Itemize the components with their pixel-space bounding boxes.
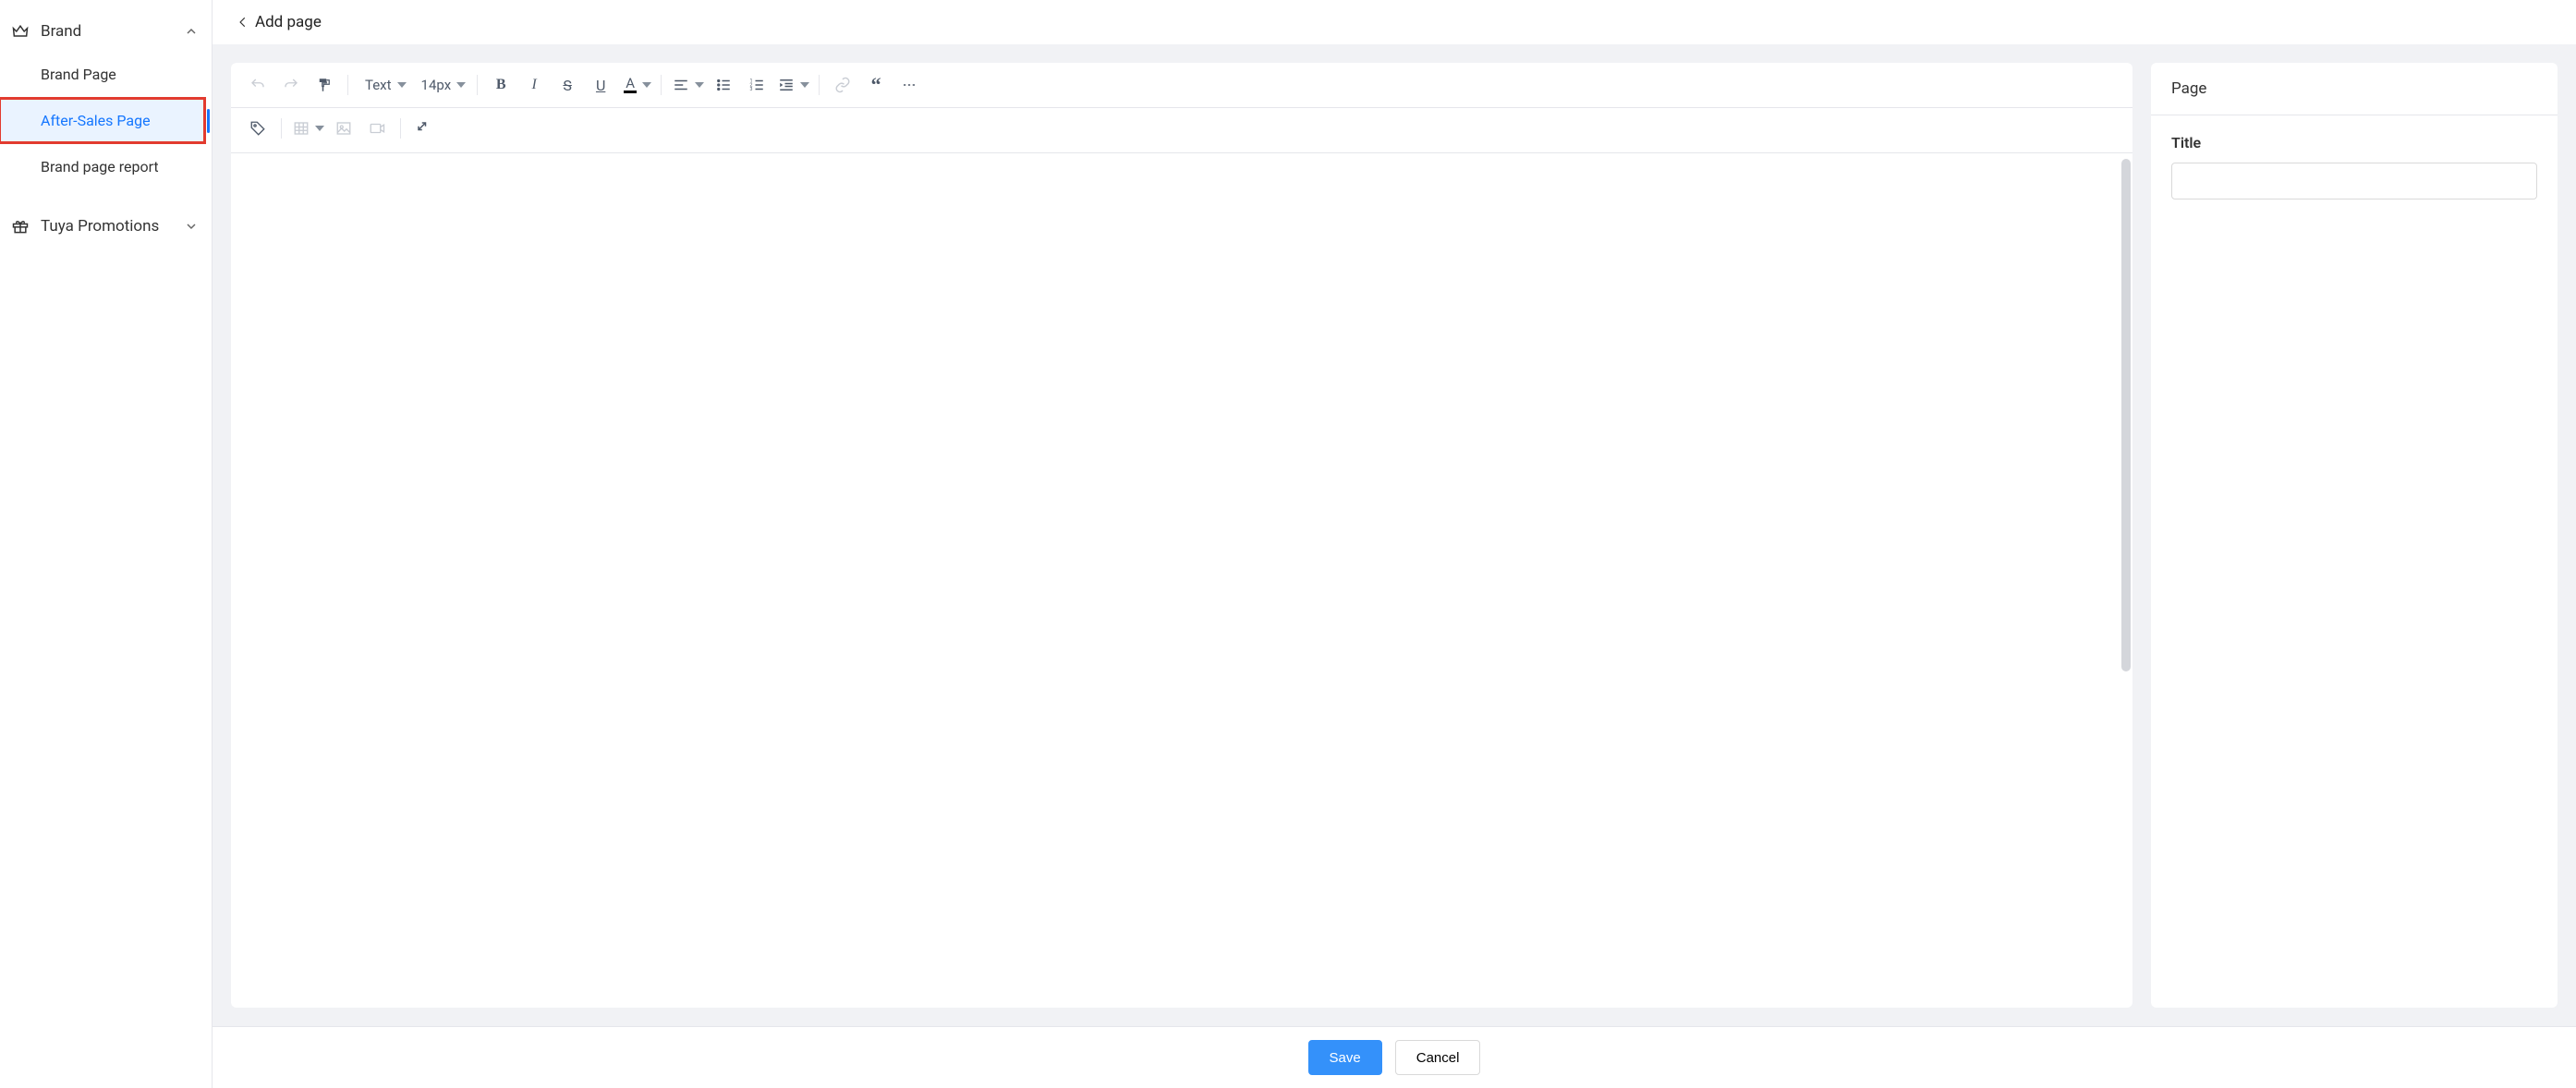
editor-toolbar: Text 14px B I S U A — [231, 63, 2132, 108]
toolbar-separator — [661, 75, 662, 95]
align-dropdown[interactable] — [669, 70, 706, 100]
quote-icon: “ — [871, 80, 881, 90]
link-button[interactable] — [827, 70, 858, 100]
paragraph-style-dropdown[interactable]: Text — [356, 70, 410, 100]
bullet-list-button[interactable] — [708, 70, 739, 100]
sidebar-item-label: Brand page report — [41, 158, 159, 175]
more-button[interactable] — [893, 70, 925, 100]
editor-card: Text 14px B I S U A — [231, 63, 2132, 1008]
footer: Save Cancel — [213, 1026, 2576, 1088]
back-button[interactable] — [237, 16, 249, 29]
title-label: Title — [2171, 134, 2537, 151]
sidebar-item-label: Brand Page — [41, 66, 116, 83]
toolbar-separator — [477, 75, 478, 95]
font-size-dropdown[interactable]: 14px — [412, 70, 470, 100]
image-button[interactable] — [328, 114, 359, 143]
redo-button[interactable] — [275, 70, 307, 100]
toolbar-separator — [819, 75, 820, 95]
sidebar-item-brand-page-report[interactable]: Brand page report — [0, 145, 204, 188]
indent-dropdown[interactable] — [774, 70, 811, 100]
chevron-down-icon — [184, 219, 199, 234]
underline-button[interactable]: U — [585, 70, 616, 100]
sidebar-item-after-sales-page[interactable]: After-Sales Page — [0, 99, 204, 142]
chevron-up-icon — [184, 24, 199, 39]
table-dropdown[interactable] — [289, 114, 326, 143]
sidebar-item-brand-page[interactable]: Brand Page — [0, 53, 204, 96]
editor-body[interactable] — [231, 153, 2132, 1008]
toolbar-separator — [281, 118, 282, 139]
strikethrough-button[interactable]: S — [552, 70, 583, 100]
content-area: Text 14px B I S U A — [213, 44, 2576, 1026]
main: Add page Text 14p — [213, 0, 2576, 1088]
panel-header: Page — [2151, 63, 2558, 115]
blockquote-button[interactable]: “ — [860, 70, 892, 100]
sidebar-sub-brand: Brand Page After-Sales Page Brand page r… — [0, 53, 212, 188]
font-size-label: 14px — [421, 77, 452, 93]
editor-toolbar-row-2 — [231, 108, 2132, 153]
tag-button[interactable] — [242, 114, 273, 143]
sidebar-cat-label: Brand — [41, 22, 184, 41]
bold-button[interactable]: B — [485, 70, 516, 100]
italic-button[interactable]: I — [518, 70, 550, 100]
sidebar: Brand Brand Page After-Sales Page Brand … — [0, 0, 213, 1088]
page-header: Add page — [213, 0, 2576, 44]
toolbar-separator — [400, 118, 401, 139]
page-properties-panel: Page Title — [2151, 63, 2558, 1008]
cancel-button[interactable]: Cancel — [1395, 1040, 1481, 1075]
sidebar-item-label: After-Sales Page — [41, 112, 151, 129]
ordered-list-button[interactable]: 123 — [741, 70, 772, 100]
panel-body: Title — [2151, 115, 2558, 218]
paragraph-style-label: Text — [365, 77, 392, 93]
title-input[interactable] — [2171, 163, 2537, 199]
format-painter-button[interactable] — [309, 70, 340, 100]
scrollbar[interactable] — [2121, 159, 2131, 671]
crown-icon — [11, 22, 30, 41]
page-title: Add page — [255, 13, 322, 31]
sidebar-cat-label: Tuya Promotions — [41, 217, 184, 236]
save-button[interactable]: Save — [1308, 1040, 1382, 1075]
video-button[interactable] — [361, 114, 393, 143]
toolbar-separator — [347, 75, 348, 95]
font-color-dropdown[interactable]: A — [618, 70, 653, 100]
undo-button[interactable] — [242, 70, 273, 100]
sidebar-cat-tuya-promotions[interactable]: Tuya Promotions — [0, 208, 212, 245]
gift-icon — [11, 217, 30, 236]
svg-text:3: 3 — [750, 87, 753, 92]
sidebar-cat-brand[interactable]: Brand — [0, 13, 212, 50]
fullscreen-button[interactable] — [408, 114, 440, 143]
